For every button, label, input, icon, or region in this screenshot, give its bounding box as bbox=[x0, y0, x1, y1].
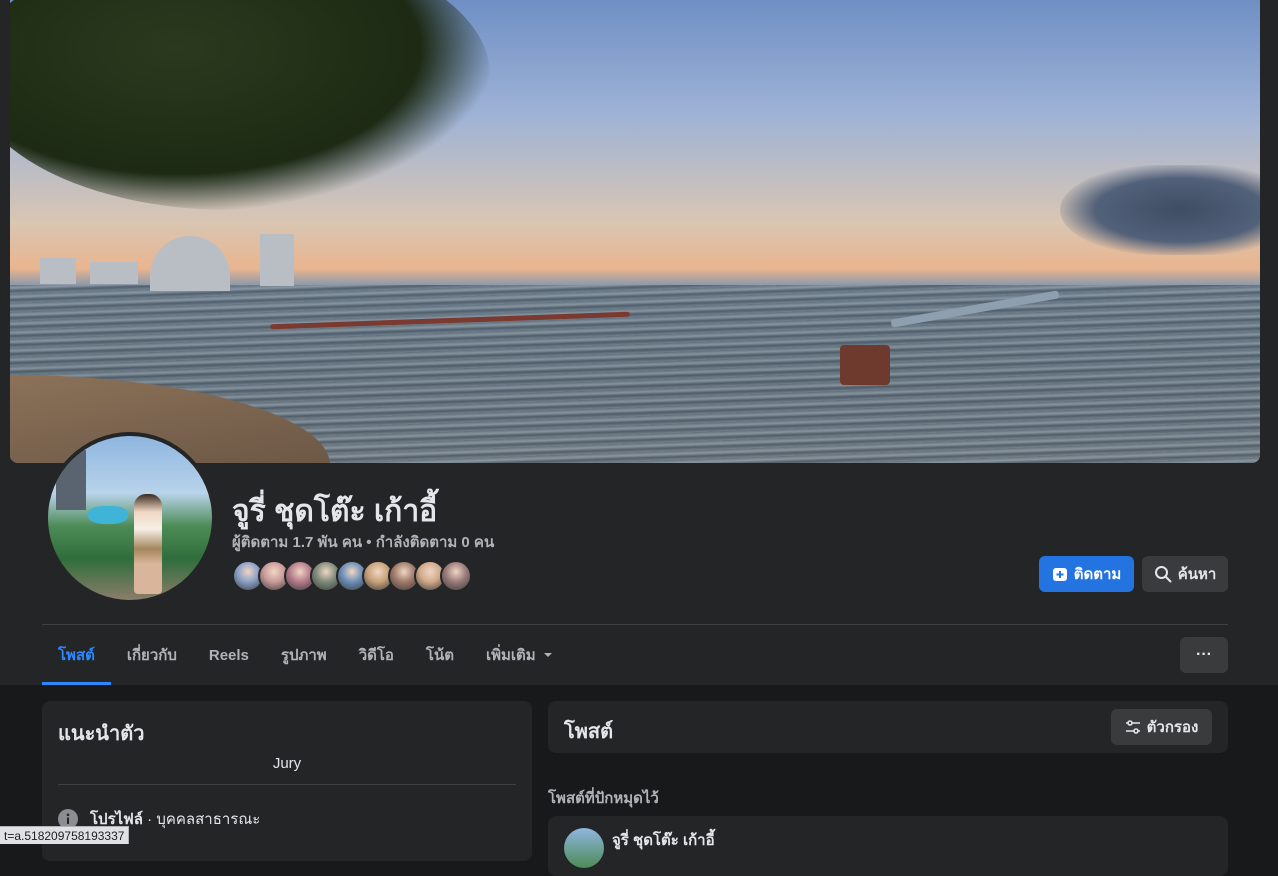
follower-stats[interactable]: ผู้ติดตาม 1.7 พัน คน • กำลังติดตาม 0 คน bbox=[232, 530, 494, 554]
follower-avatars[interactable] bbox=[232, 560, 466, 592]
more-options-icon: ··· bbox=[1196, 646, 1212, 664]
tab-label: โน้ต bbox=[426, 643, 454, 667]
tab-label: วิดีโอ bbox=[359, 643, 394, 667]
post-author-name[interactable]: จูรี่ ชุดโต๊ะ เก้าอี้ bbox=[612, 828, 715, 852]
profile-name: จูรี่ ชุดโต๊ะ เก้าอี้ bbox=[232, 488, 437, 535]
tab-more[interactable]: เพิ่มเติม bbox=[470, 625, 570, 685]
post-avatar[interactable] bbox=[564, 828, 604, 868]
follower-avatar[interactable] bbox=[440, 560, 472, 592]
status-bar-url: t=a.518209758193337 bbox=[0, 826, 129, 844]
filter-button[interactable]: ตัวกรอง bbox=[1111, 709, 1212, 745]
cover-photo[interactable] bbox=[10, 0, 1260, 463]
cover-tree bbox=[10, 0, 490, 210]
avatar-person bbox=[134, 494, 162, 594]
pinned-posts-label: โพสต์ที่ปักหมุดไว้ bbox=[548, 786, 659, 810]
intro-title: แนะนำตัว bbox=[58, 717, 144, 749]
tab-label: Reels bbox=[209, 647, 249, 664]
follow-button[interactable]: ติดตาม bbox=[1039, 556, 1134, 592]
profile-header: จูรี่ ชุดโต๊ะ เก้าอี้ ผู้ติดตาม 1.7 พัน … bbox=[0, 0, 1278, 685]
tab-label: รูปภาพ bbox=[281, 643, 327, 667]
follow-icon bbox=[1052, 566, 1068, 582]
tab-label: เพิ่มเติม bbox=[486, 643, 536, 667]
profile-picture[interactable] bbox=[44, 432, 216, 604]
tab-notes[interactable]: โน้ต bbox=[410, 625, 470, 685]
follow-label: ติดตาม bbox=[1074, 562, 1122, 586]
cover-building bbox=[40, 258, 76, 284]
search-label: ค้นหา bbox=[1178, 562, 1217, 586]
avatar-building bbox=[56, 450, 86, 510]
avatar bbox=[48, 436, 212, 600]
tab-videos[interactable]: วิดีโอ bbox=[343, 625, 410, 685]
tab-about[interactable]: เกี่ยวกับ bbox=[111, 625, 193, 685]
tab-label: เกี่ยวกับ bbox=[127, 643, 177, 667]
posts-header-card: โพสต์ ตัวกรอง bbox=[548, 701, 1228, 753]
cover-hotel bbox=[150, 236, 230, 291]
more-options-button[interactable]: ··· bbox=[1180, 637, 1228, 673]
info-value: · บุคคลสาธารณะ bbox=[143, 811, 260, 828]
filter-label: ตัวกรอง bbox=[1147, 715, 1199, 739]
cover-buoy-dock bbox=[840, 345, 890, 385]
tab-posts[interactable]: โพสต์ bbox=[42, 625, 111, 685]
tab-photos[interactable]: รูปภาพ bbox=[265, 625, 343, 685]
search-icon bbox=[1154, 565, 1172, 583]
cover-cloud bbox=[1060, 165, 1260, 255]
tab-reels[interactable]: Reels bbox=[193, 625, 265, 685]
pinned-post-card[interactable]: จูรี่ ชุดโต๊ะ เก้าอี้ bbox=[548, 816, 1228, 876]
intro-bio: Jury bbox=[58, 755, 516, 772]
cover-tower bbox=[260, 234, 294, 286]
profile-tabs: โพสต์ เกี่ยวกับ Reels รูปภาพ วิดีโอ โน้ต… bbox=[42, 625, 570, 685]
search-button[interactable]: ค้นหา bbox=[1142, 556, 1228, 592]
intro-divider bbox=[58, 784, 516, 785]
cover-building bbox=[90, 262, 138, 284]
tab-label: โพสต์ bbox=[58, 643, 95, 667]
avatar-pool bbox=[88, 506, 128, 524]
caret-down-icon bbox=[542, 649, 554, 661]
posts-title: โพสต์ bbox=[564, 715, 613, 747]
filter-icon bbox=[1125, 719, 1141, 735]
